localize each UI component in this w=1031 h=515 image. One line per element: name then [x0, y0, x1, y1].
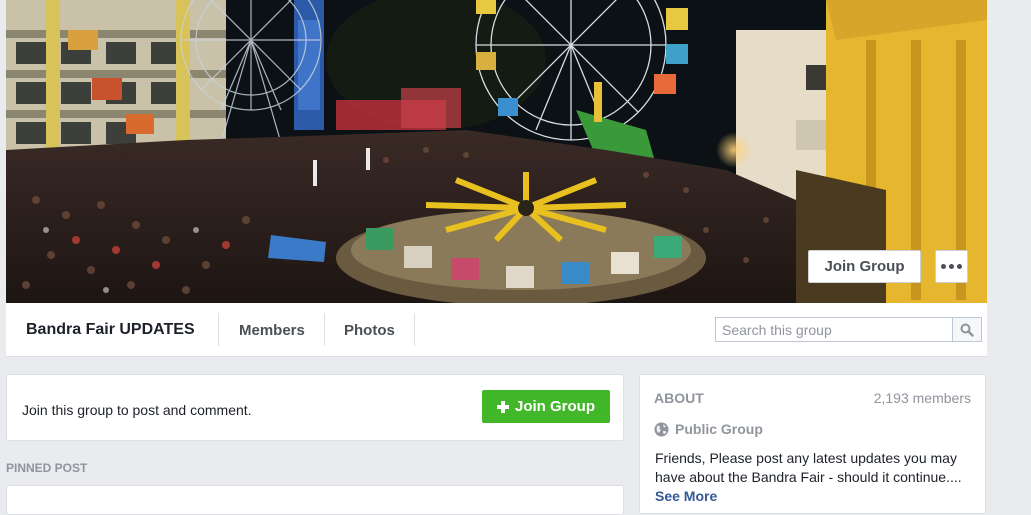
tab-members[interactable]: Members [239, 322, 305, 339]
plus-icon [497, 400, 509, 413]
pinned-post-card [6, 485, 624, 515]
about-heading: ABOUT [654, 390, 704, 406]
search-input[interactable] [716, 318, 964, 341]
group-name-link[interactable]: Bandra Fair UPDATES [26, 321, 195, 339]
join-group-button[interactable]: Join Group [482, 390, 610, 423]
ellipsis-icon [957, 264, 962, 269]
nav-divider [324, 313, 325, 346]
nav-divider [218, 313, 219, 346]
nav-divider [414, 313, 415, 346]
join-group-label: Join Group [515, 398, 595, 415]
cover-photo[interactable]: Join Group [6, 0, 987, 303]
group-description: Friends, Please post any latest updates … [655, 449, 965, 506]
member-count-link[interactable]: 2,193 members [874, 390, 971, 406]
tab-photos[interactable]: Photos [344, 322, 395, 339]
magnifier-icon [960, 323, 974, 337]
group-search [715, 317, 982, 342]
description-text: Friends, Please post any latest updates … [655, 450, 962, 485]
see-more-link[interactable]: See More [655, 488, 717, 504]
group-nav-bar: Bandra Fair UPDATES Members Photos [6, 303, 987, 357]
pinned-post-heading: PINNED POST [6, 461, 88, 475]
group-privacy: Public Group [654, 421, 763, 437]
search-button[interactable] [952, 318, 981, 341]
about-card: ABOUT 2,193 members Public Group Friends… [639, 374, 986, 514]
privacy-label: Public Group [675, 421, 763, 437]
join-prompt-text: Join this group to post and comment. [22, 402, 252, 418]
join-prompt-card: Join this group to post and comment. Joi… [6, 374, 624, 441]
more-options-button[interactable] [935, 250, 968, 283]
ellipsis-icon [941, 264, 946, 269]
globe-icon [654, 422, 669, 436]
cover-join-group-button[interactable]: Join Group [808, 250, 921, 283]
ellipsis-icon [949, 264, 954, 269]
